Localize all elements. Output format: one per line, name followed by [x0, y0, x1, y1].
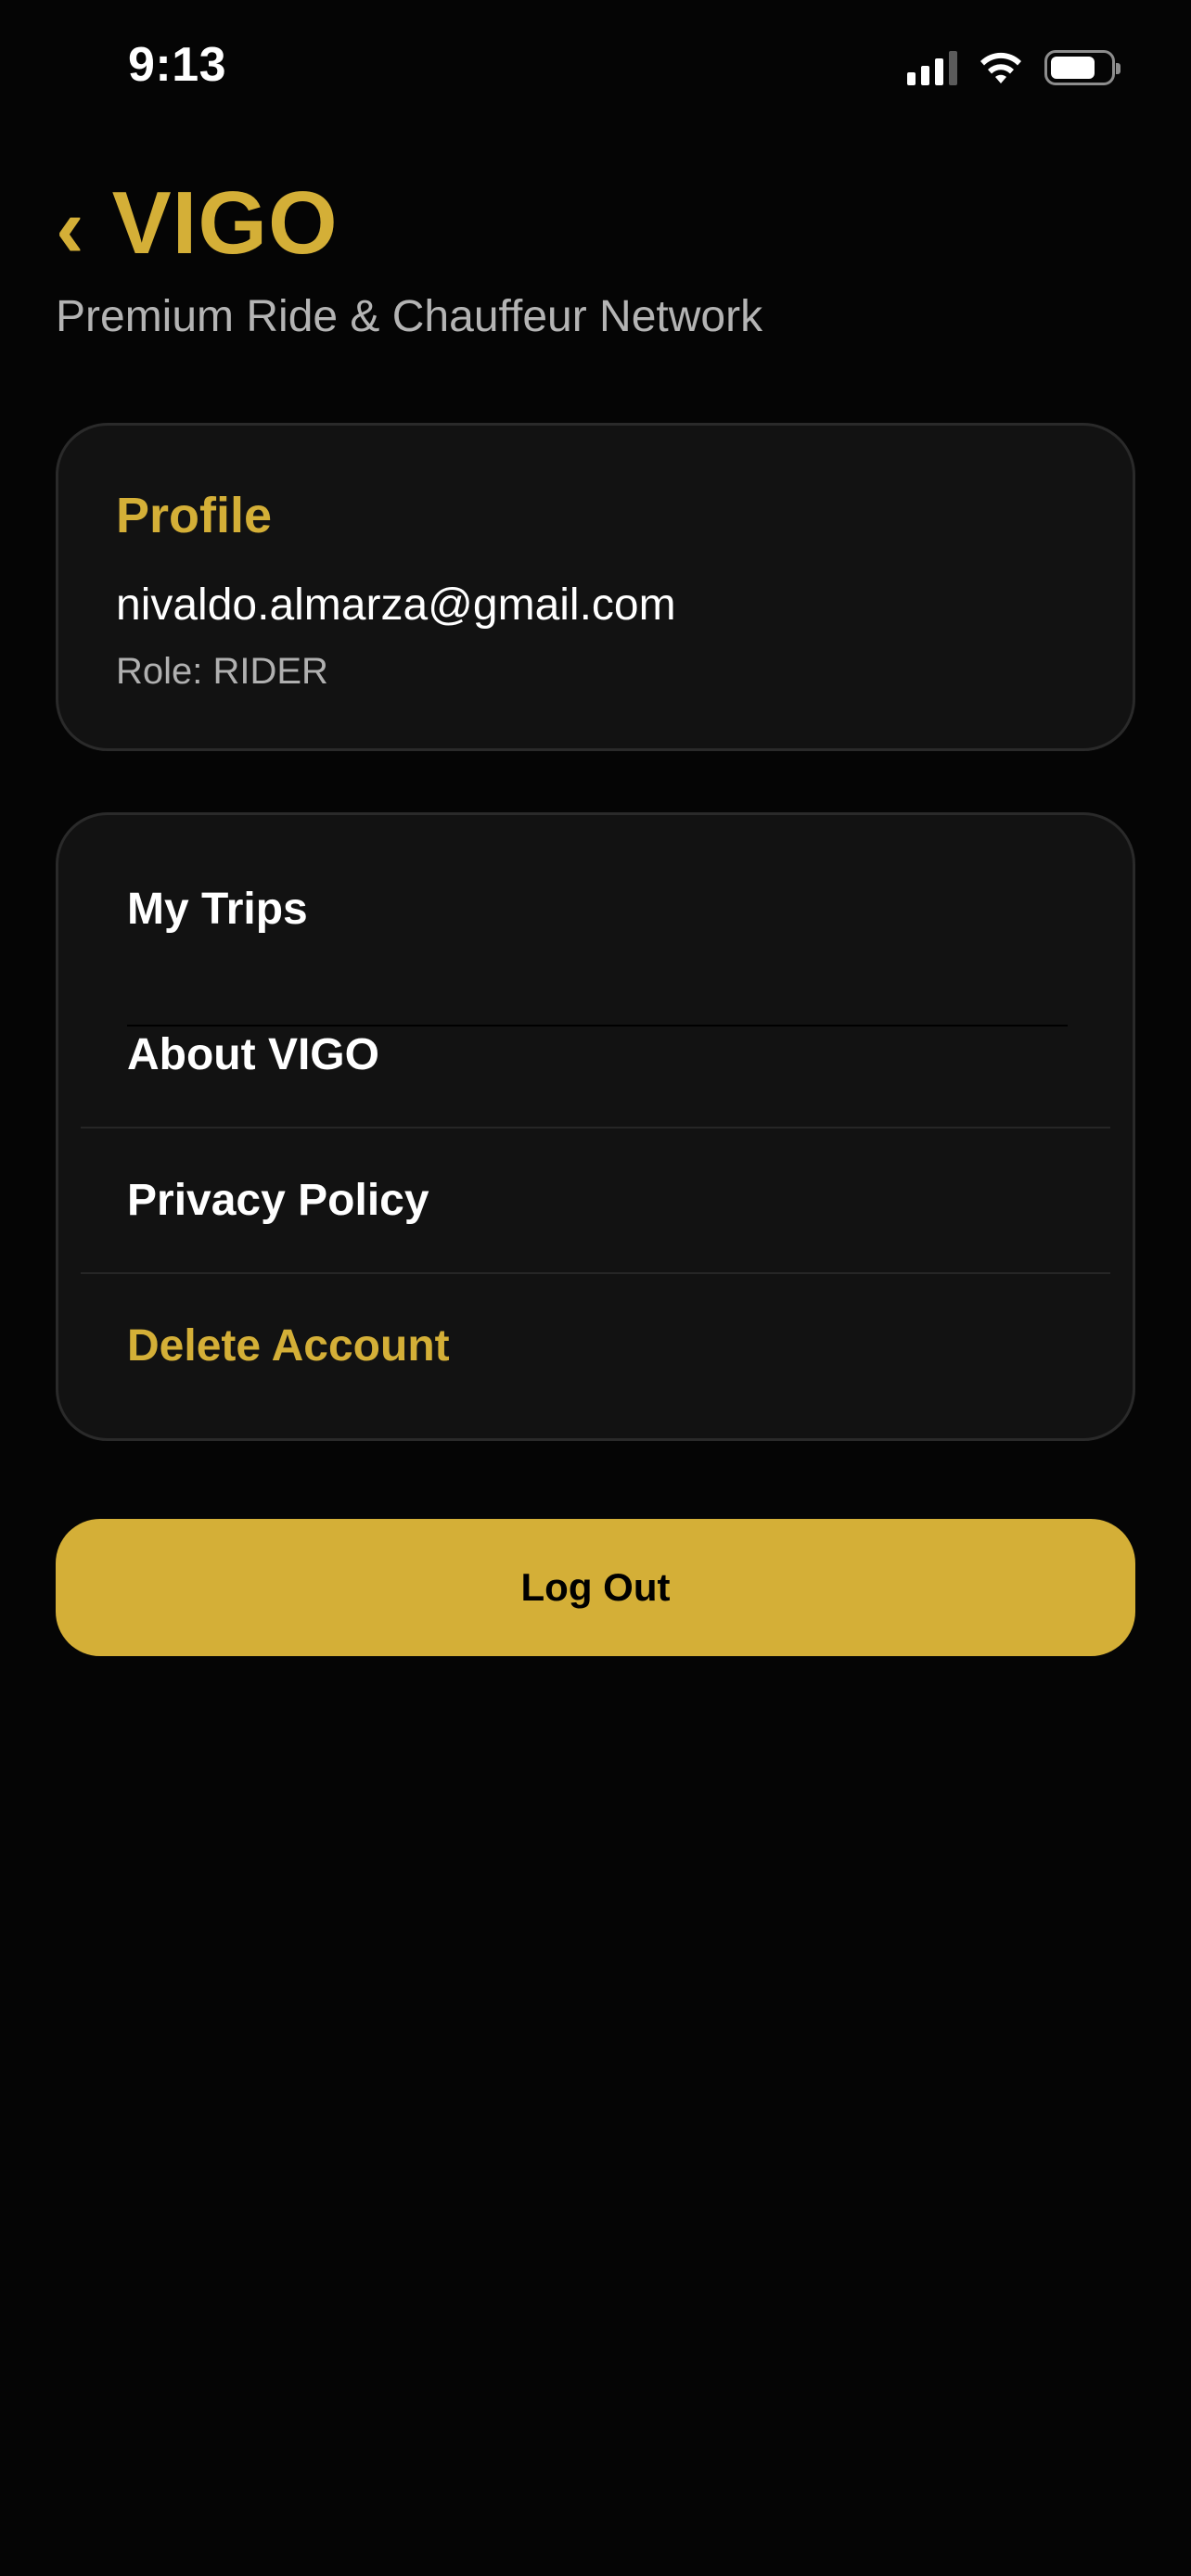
- status-time: 9:13: [128, 38, 227, 92]
- profile-email: nivaldo.almarza@gmail.com: [116, 580, 676, 630]
- battery-icon: [1044, 50, 1121, 85]
- menu-card: My Trips About VIGO Privacy Policy Delet…: [56, 812, 1135, 1441]
- status-icons: [907, 46, 1121, 89]
- settings-screen: 9:13 ‹ VIGO Premium Ride & Chauffeur Net…: [0, 0, 1191, 2576]
- cellular-signal-icon: [907, 50, 957, 85]
- back-chevron-icon[interactable]: ‹: [56, 185, 84, 271]
- app-header: ‹ VIGO: [56, 173, 339, 273]
- menu-item-about[interactable]: About VIGO: [127, 1029, 379, 1080]
- menu-divider: [127, 1025, 1068, 1027]
- menu-item-privacy-policy[interactable]: Privacy Policy: [127, 1175, 429, 1226]
- brand-tagline: Premium Ride & Chauffeur Network: [56, 292, 763, 341]
- wifi-icon: [980, 52, 1021, 83]
- logout-button[interactable]: Log Out: [56, 1519, 1135, 1656]
- menu-item-my-trips[interactable]: My Trips: [127, 884, 308, 935]
- menu-divider: [81, 1127, 1110, 1129]
- profile-role: Role: RIDER: [116, 651, 328, 692]
- profile-card: Profile nivaldo.almarza@gmail.com Role: …: [56, 423, 1135, 751]
- menu-item-delete-account[interactable]: Delete Account: [127, 1320, 450, 1371]
- brand-title: VIGO: [111, 173, 339, 273]
- profile-title: Profile: [116, 488, 273, 543]
- menu-divider: [81, 1272, 1110, 1274]
